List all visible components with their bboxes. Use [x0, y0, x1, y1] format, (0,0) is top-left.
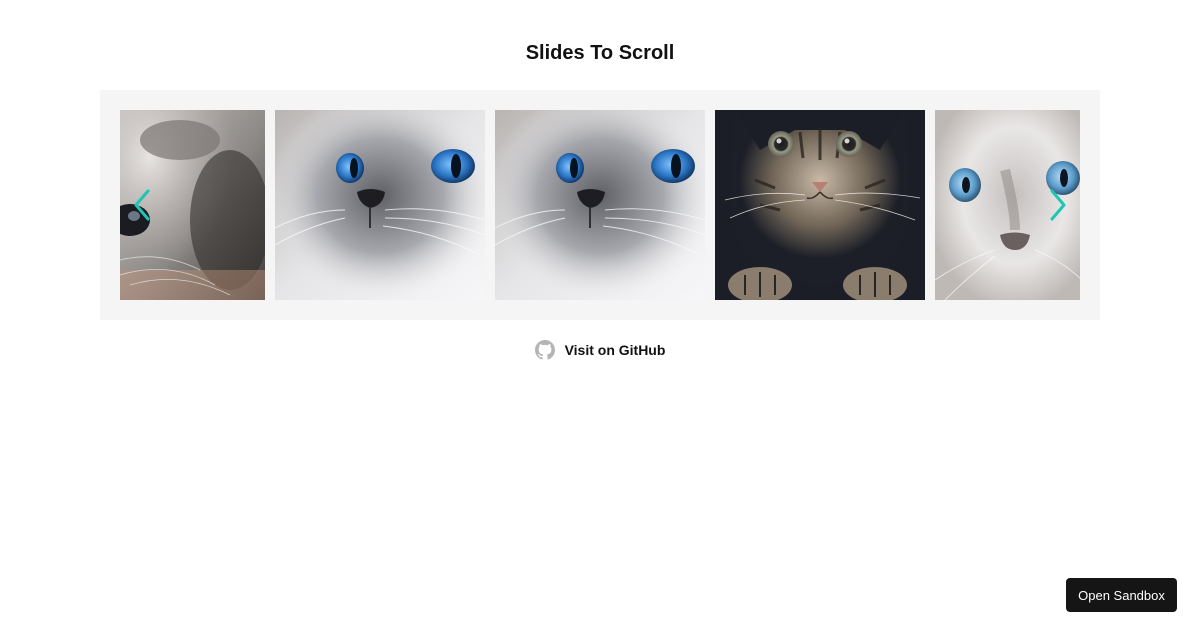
white-cat-blue-eyes-image [275, 110, 485, 300]
carousel-slide[interactable] [715, 110, 925, 300]
image-carousel [100, 90, 1100, 320]
github-link-label: Visit on GitHub [564, 342, 666, 358]
github-icon [534, 340, 555, 360]
white-cat-blue-eyes-image [495, 110, 705, 300]
chevron-right-icon [1050, 189, 1066, 221]
open-sandbox-button[interactable]: Open Sandbox [1066, 578, 1177, 612]
next-slide-button[interactable] [1046, 188, 1070, 222]
chevron-left-icon [134, 189, 150, 221]
tabby-kitten-image [715, 110, 925, 300]
page-title: Slides To Scroll [525, 42, 675, 64]
carousel-slide[interactable] [495, 110, 705, 300]
carousel-track[interactable] [120, 110, 1080, 300]
github-link[interactable]: Visit on GitHub [0, 340, 1200, 360]
carousel-slide[interactable] [275, 110, 485, 300]
prev-slide-button[interactable] [130, 188, 154, 222]
